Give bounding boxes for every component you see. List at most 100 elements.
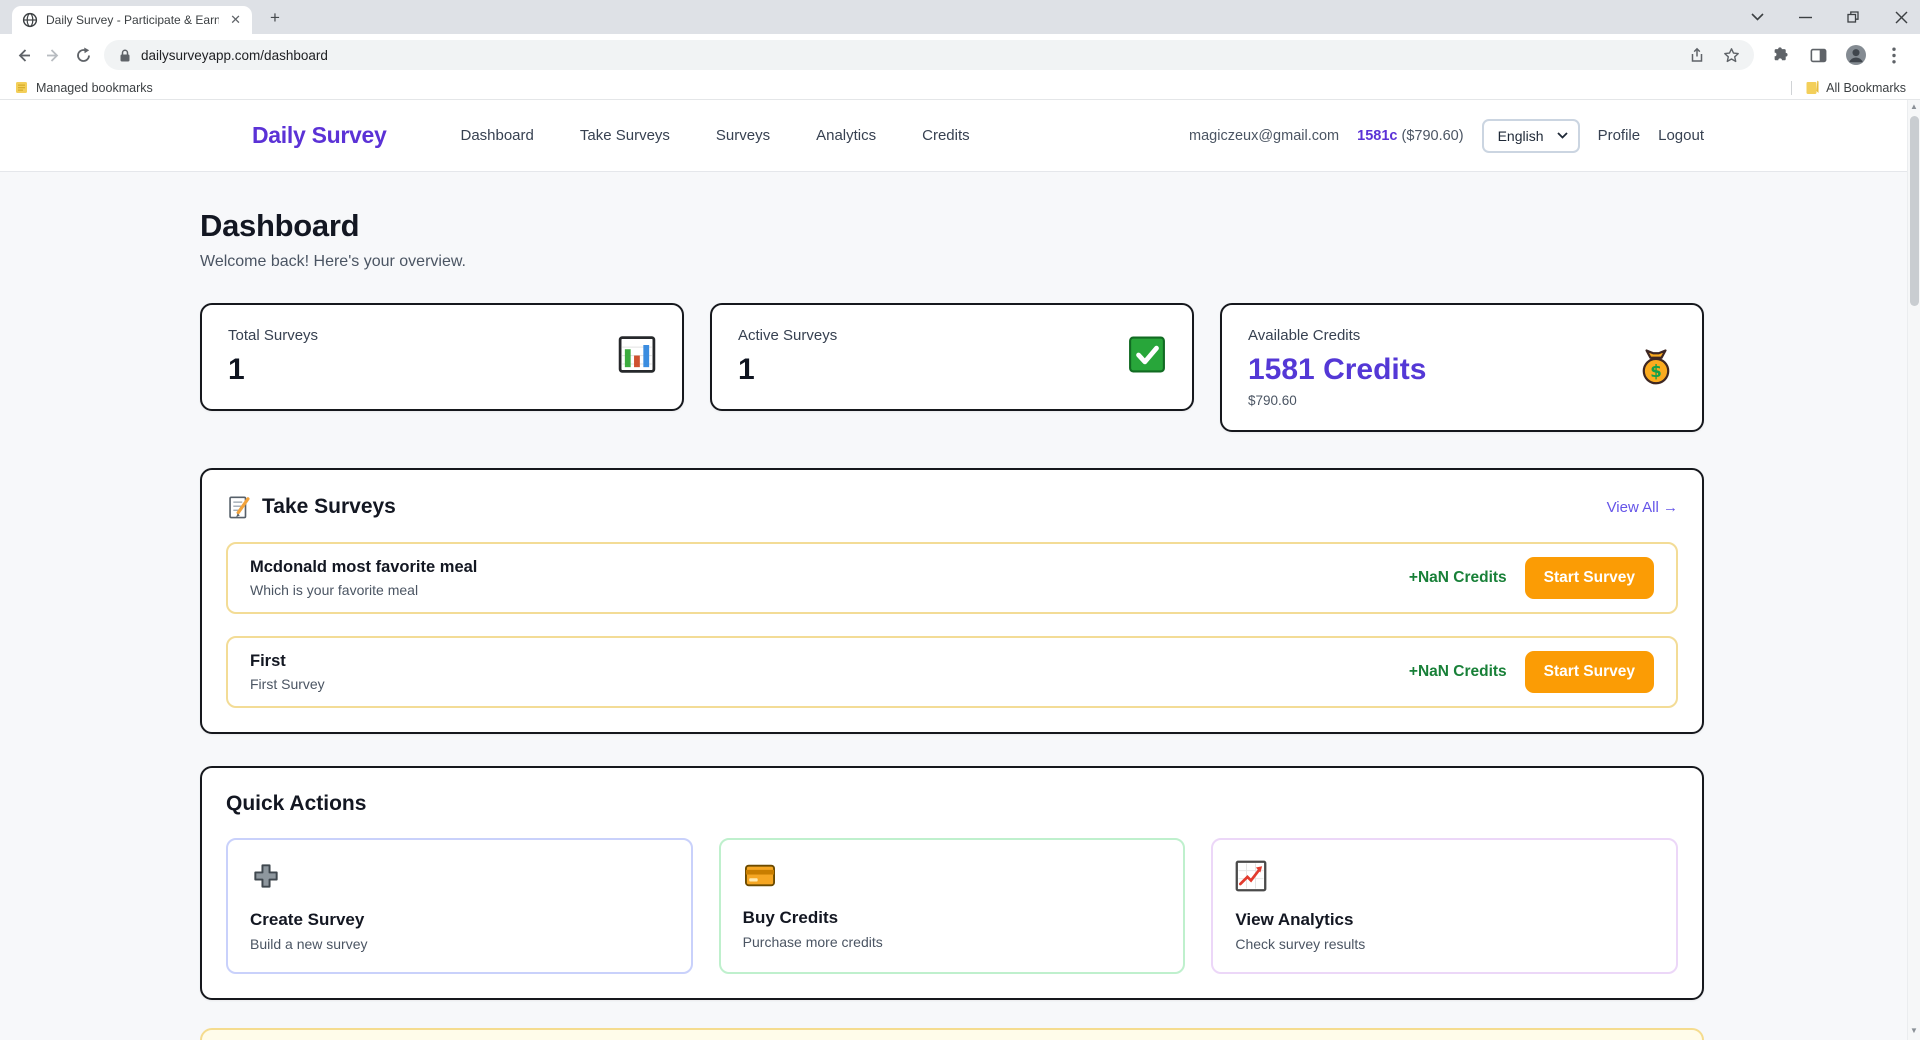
scroll-up-arrow-icon[interactable]: ▲	[1910, 100, 1918, 114]
site-header: Daily Survey Dashboard Take Surveys Surv…	[0, 100, 1920, 172]
qa-title: Buy Credits	[743, 908, 1162, 928]
memo-icon	[226, 494, 252, 520]
qa-description: Build a new survey	[250, 936, 669, 952]
survey-title: First	[250, 652, 325, 671]
check-mark-icon	[1128, 336, 1166, 379]
browser-toolbar: dailysurveyapp.com/dashboard	[0, 34, 1920, 76]
credits-summary: 1581c ($790.60)	[1357, 128, 1463, 144]
plus-icon	[250, 860, 282, 892]
new-tab-button[interactable]: +	[262, 5, 288, 31]
all-bookmarks-item[interactable]: All Bookmarks	[1804, 80, 1906, 95]
window-restore-button[interactable]	[1844, 8, 1862, 26]
svg-text:$: $	[1650, 362, 1662, 381]
bookmarks-bar: Managed bookmarks All Bookmarks	[0, 76, 1920, 100]
user-email: magiczeux@gmail.com	[1189, 128, 1339, 144]
nav-dashboard[interactable]: Dashboard	[460, 127, 533, 144]
credits-amount: 1581c	[1357, 128, 1397, 144]
globe-favicon-icon	[22, 12, 38, 28]
survey-row: First First Survey +NaN Credits Start Su…	[226, 636, 1678, 708]
language-selected: English	[1498, 128, 1544, 144]
nav-analytics[interactable]: Analytics	[816, 127, 876, 144]
stat-card-active-surveys: Active Surveys 1	[710, 303, 1194, 411]
survey-description: First Survey	[250, 676, 325, 692]
managed-bookmarks-item[interactable]: Managed bookmarks	[14, 80, 153, 95]
qa-title: View Analytics	[1235, 910, 1654, 930]
quick-actions-section: Quick Actions Create Survey Build a new …	[200, 766, 1704, 1000]
bar-chart-icon	[618, 336, 656, 379]
view-analytics-card[interactable]: View Analytics Check survey results	[1211, 838, 1678, 974]
survey-title: Mcdonald most favorite meal	[250, 558, 477, 577]
share-icon[interactable]	[1683, 42, 1709, 68]
survey-row: Mcdonald most favorite meal Which is you…	[226, 542, 1678, 614]
quick-actions-title: Quick Actions	[226, 792, 1678, 816]
take-surveys-section: Take Surveys View All → Mcdonald most fa…	[200, 468, 1704, 734]
stat-card-total-surveys: Total Surveys 1	[200, 303, 684, 411]
extensions-puzzle-icon[interactable]	[1766, 41, 1794, 69]
browser-tab-strip: Daily Survey - Participate & Earn ✕ +	[0, 0, 1920, 34]
profile-avatar-icon[interactable]	[1842, 41, 1870, 69]
forward-button[interactable]	[38, 40, 68, 70]
stat-label: Active Surveys	[738, 327, 1166, 344]
page-title: Dashboard	[200, 208, 1704, 244]
scroll-down-arrow-icon[interactable]: ▼	[1910, 1024, 1918, 1038]
view-all-link[interactable]: View All →	[1607, 499, 1678, 516]
qa-description: Purchase more credits	[743, 934, 1162, 950]
browser-tab[interactable]: Daily Survey - Participate & Earn ✕	[12, 6, 252, 34]
side-panel-icon[interactable]	[1804, 41, 1832, 69]
qa-description: Check survey results	[1235, 936, 1654, 952]
url-text[interactable]: dailysurveyapp.com/dashboard	[141, 48, 1674, 63]
chevron-down-icon	[1557, 132, 1568, 139]
profile-link[interactable]: Profile	[1598, 127, 1641, 144]
stat-card-available-credits: Available Credits 1581 Credits $790.60 $	[1220, 303, 1704, 432]
tab-title: Daily Survey - Participate & Earn	[46, 13, 219, 27]
take-surveys-title: Take Surveys	[262, 495, 396, 519]
money-bag-icon: $	[1636, 345, 1676, 390]
survey-reward: +NaN Credits	[1409, 569, 1507, 587]
survey-description: Which is your favorite meal	[250, 582, 477, 598]
page-content: Daily Survey Dashboard Take Surveys Surv…	[0, 100, 1920, 1040]
stats-row: Total Surveys 1 Active Surveys 1 Availab…	[200, 303, 1704, 432]
nav-credits[interactable]: Credits	[922, 127, 970, 144]
credit-card-icon	[743, 860, 777, 890]
nav-surveys[interactable]: Surveys	[716, 127, 770, 144]
brand-name[interactable]: Daily Survey	[252, 122, 386, 149]
scrollbar-thumb[interactable]	[1910, 116, 1919, 306]
bookmark-star-icon[interactable]	[1718, 42, 1744, 68]
browser-menu-kebab-icon[interactable]	[1880, 41, 1908, 69]
survey-reward: +NaN Credits	[1409, 663, 1507, 681]
qa-title: Create Survey	[250, 910, 669, 930]
logout-link[interactable]: Logout	[1658, 127, 1704, 144]
bookmarks-divider	[1791, 81, 1792, 95]
stat-value: 1	[228, 353, 656, 387]
tab-search-chevron-icon[interactable]	[1748, 8, 1766, 26]
credits-usd: ($790.60)	[1402, 128, 1464, 144]
create-survey-card[interactable]: Create Survey Build a new survey	[226, 838, 693, 974]
tab-close-icon[interactable]: ✕	[227, 12, 244, 28]
buy-credits-card[interactable]: Buy Credits Purchase more credits	[719, 838, 1186, 974]
page-subtitle: Welcome back! Here's your overview.	[200, 253, 1704, 271]
folder-icon	[1804, 80, 1819, 95]
notice-band-clipped	[200, 1028, 1704, 1040]
main-nav: Dashboard Take Surveys Surveys Analytics…	[460, 127, 969, 144]
back-button[interactable]	[8, 40, 38, 70]
stat-label: Available Credits	[1248, 327, 1676, 344]
all-bookmarks-label: All Bookmarks	[1826, 81, 1906, 95]
stat-value: 1581 Credits	[1248, 353, 1676, 387]
app-logo-icon[interactable]	[200, 116, 240, 156]
start-survey-button[interactable]: Start Survey	[1525, 557, 1654, 599]
language-select[interactable]: English	[1482, 119, 1580, 153]
stat-sub-value: $790.60	[1248, 393, 1676, 408]
start-survey-button[interactable]: Start Survey	[1525, 651, 1654, 693]
managed-bookmarks-label: Managed bookmarks	[36, 81, 153, 95]
lock-icon	[118, 48, 132, 63]
reload-button[interactable]	[68, 40, 98, 70]
stat-label: Total Surveys	[228, 327, 656, 344]
folder-icon	[14, 80, 29, 95]
stat-value: 1	[738, 353, 1166, 387]
nav-take-surveys[interactable]: Take Surveys	[580, 127, 670, 144]
window-close-button[interactable]	[1892, 8, 1910, 26]
url-bar[interactable]: dailysurveyapp.com/dashboard	[104, 40, 1754, 70]
window-minimize-button[interactable]	[1796, 8, 1814, 26]
chart-up-icon	[1235, 860, 1267, 892]
page-scrollbar[interactable]: ▲ ▼	[1907, 100, 1920, 1040]
